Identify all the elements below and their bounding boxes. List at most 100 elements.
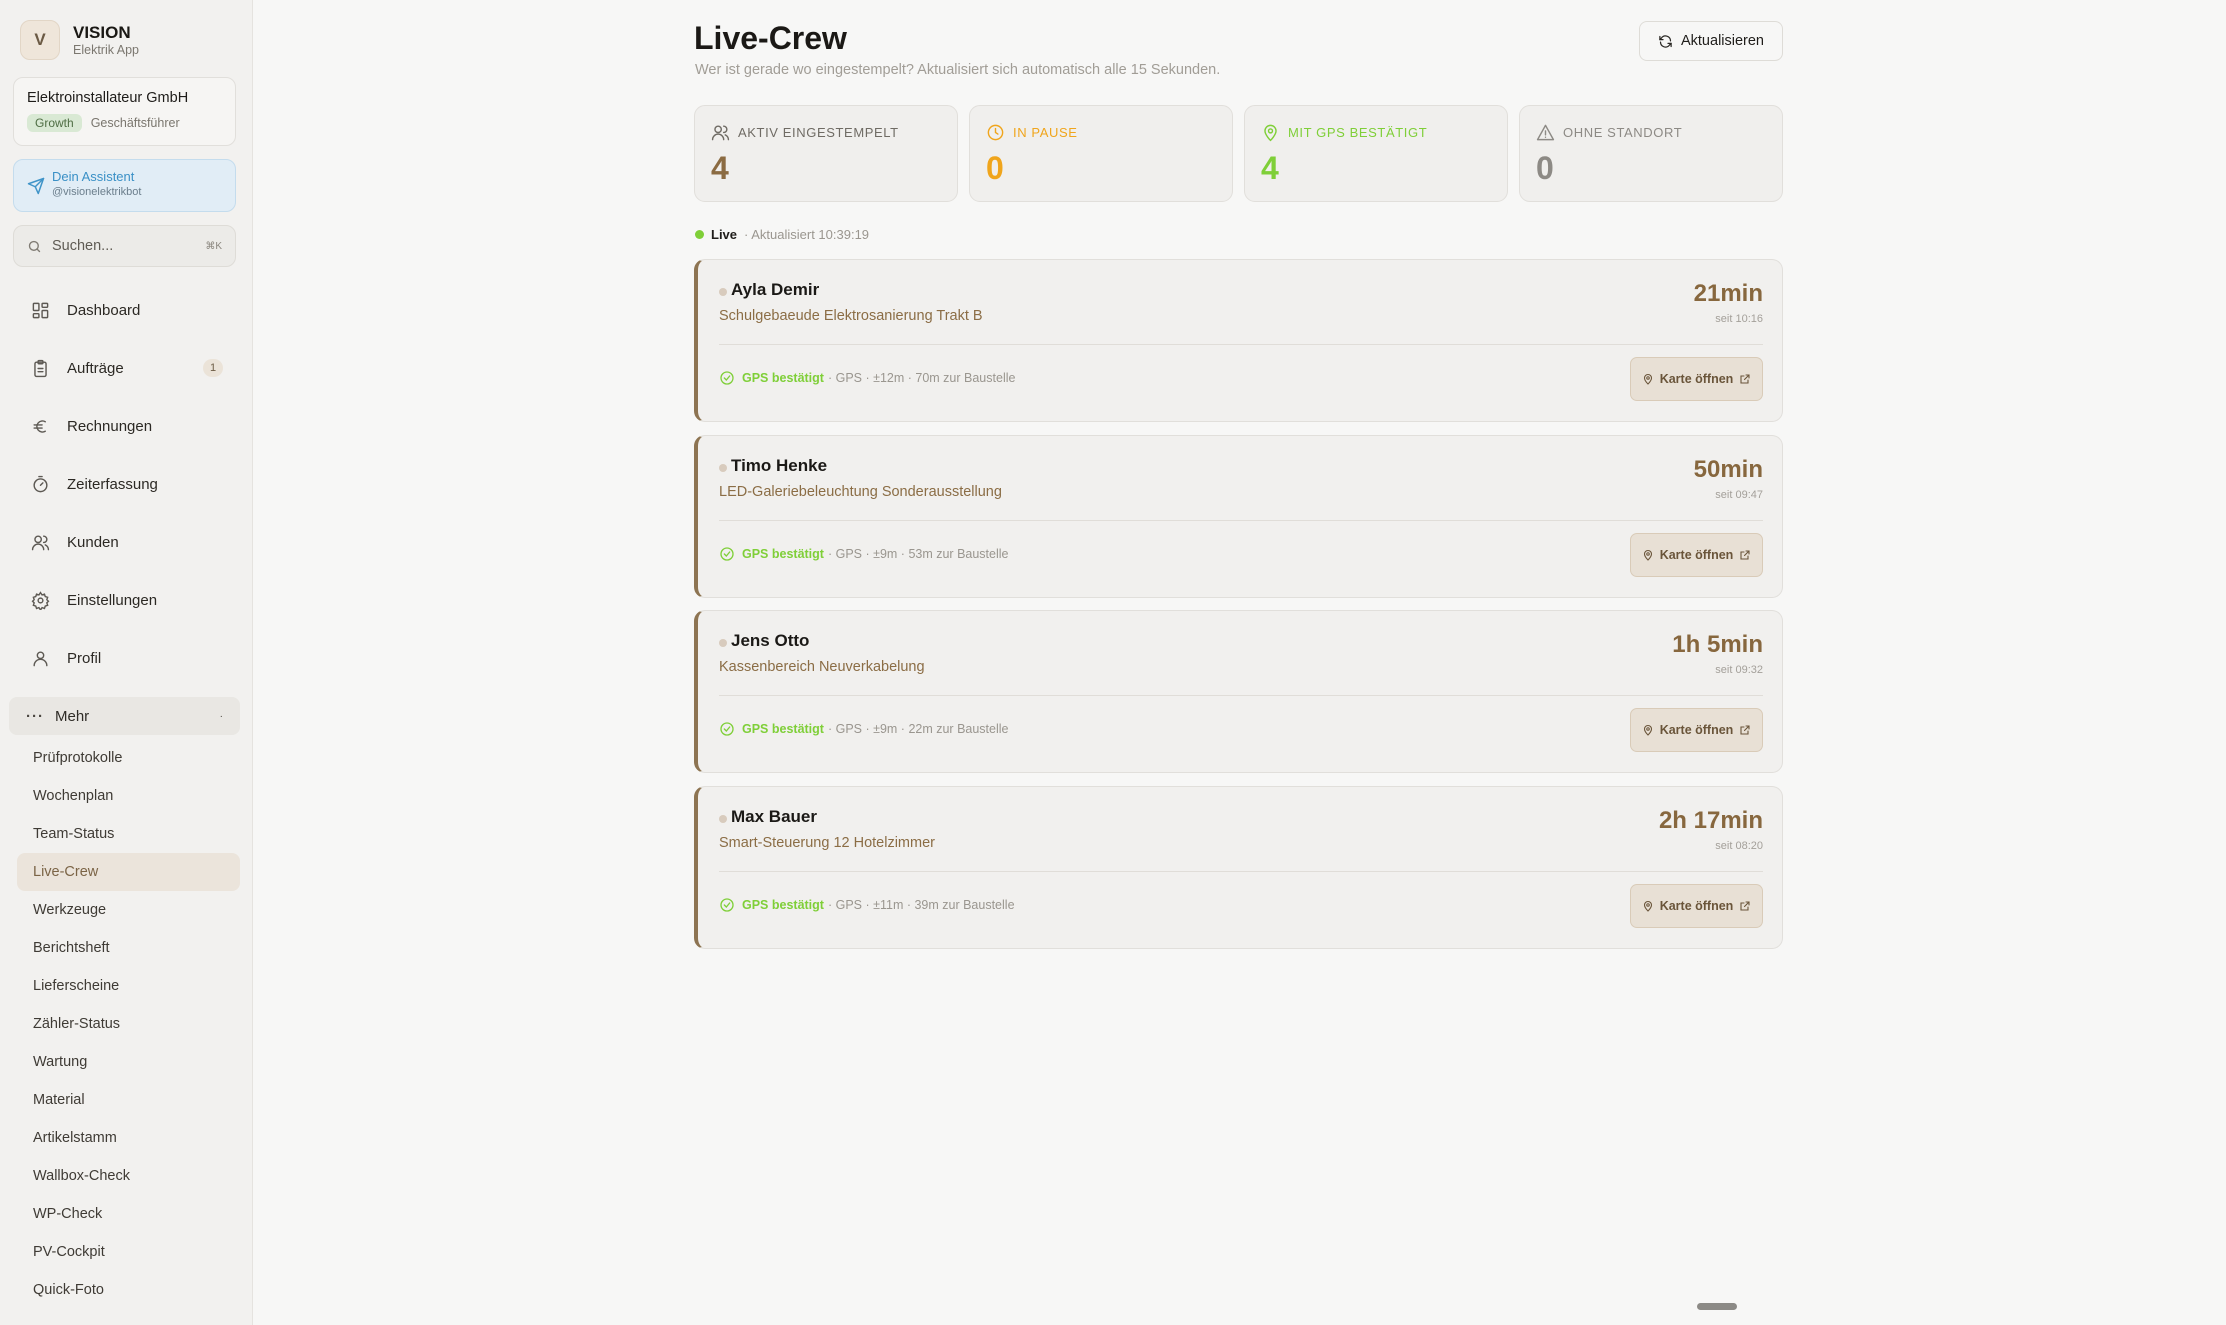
submenu-item-artikelstamm[interactable]: Artikelstamm [17,1119,240,1157]
sidebar-item-label: Einstellungen [67,591,158,609]
open-map-button[interactable]: Karte öffnen [1630,708,1763,752]
submenu-item-pruefprotokolle[interactable]: Prüfprotokolle [17,739,240,777]
submenu-item-material[interactable]: Material [17,1081,240,1119]
brand-subtitle: Elektrik App [73,42,140,57]
sidebar-item-dashboard[interactable]: Dashboard [13,281,236,339]
crew-card: Max Bauer Smart-Steuerung 12 Hotelzimmer… [694,786,1783,949]
external-link-icon [1740,725,1750,735]
sidebar-item-zeiterfassung[interactable]: Zeiterfassung [13,455,236,513]
last-updated: · Aktualisiert 10:39:19 [744,227,870,242]
crew-name: Max Bauer [731,807,817,826]
more-submenu: Prüfprotokolle Wochenplan Team-Status Li… [17,739,240,1309]
divider [719,695,1763,696]
crew-project: LED-Galeriebeleuchtung Sonderausstellung [719,484,1002,500]
sidebar-item-label: Aufträge [67,359,124,377]
submenu-item-zaehler-status[interactable]: Zähler-Status [17,1005,240,1043]
gps-status-label: GPS bestätigt [742,547,824,561]
clock-icon [987,124,1004,141]
scrollbar-thumb[interactable] [1697,1303,1737,1310]
submenu-item-team-status[interactable]: Team-Status [17,815,240,853]
submenu-item-berichtsheft[interactable]: Berichtsheft [17,929,240,967]
assistant-title: Dein Assistent [52,169,135,184]
submenu-item-pv-cockpit[interactable]: PV-Cockpit [17,1233,240,1271]
submenu-item-wallbox-check[interactable]: Wallbox-Check [17,1157,240,1195]
crew-name: Jens Otto [731,631,810,650]
sidebar-item-label: Kunden [67,533,119,551]
open-map-button[interactable]: Karte öffnen [1630,357,1763,401]
stopwatch-icon [33,475,48,492]
external-link-icon [1740,374,1750,384]
sidebar-item-label: Rechnungen [67,417,153,435]
gps-status-label: GPS bestätigt [742,722,824,736]
submenu-item-wp-check[interactable]: WP-Check [17,1195,240,1233]
gps-status: GPS bestätigt · GPS · ±12m · 70m zur Bau… [719,370,1015,386]
map-pin-icon [1643,900,1652,912]
status-dot-icon [719,464,727,472]
map-pin-icon [1264,124,1277,142]
divider [719,871,1763,872]
more-toggle[interactable]: ··· Mehr · [9,697,240,735]
gps-status-label: GPS bestätigt [742,371,824,385]
divider [719,344,1763,345]
users-icon [31,534,50,550]
clipboard-icon [34,359,47,377]
check-circle-icon [720,547,734,561]
refresh-button[interactable]: Aktualisieren [1639,21,1783,61]
live-indicator: Live · Aktualisiert 10:39:19 [695,227,869,242]
crew-name: Timo Henke [731,456,828,475]
submenu-item-wartung[interactable]: Wartung [17,1043,240,1081]
company-name: Elektroinstallateur GmbH [27,90,189,106]
open-map-label: Karte öffnen [1659,723,1734,737]
status-dot-icon [719,288,727,296]
assistant-handle: @visionelektrikbot [52,186,142,198]
map-pin-icon [1643,724,1652,736]
grid-icon [32,302,49,318]
submenu-item-werkzeuge[interactable]: Werkzeuge [17,891,240,929]
open-map-button[interactable]: Karte öffnen [1630,884,1763,928]
sidebar-item-auftraege[interactable]: Aufträge 1 [13,339,236,397]
brand[interactable]: V VISION Elektrik App [20,20,139,60]
external-link-icon [1740,901,1750,911]
collapse-indicator-icon: · [219,710,223,722]
crew-since: seit 09:32 [1715,664,1763,676]
crew-duration: 2h 17min [1658,807,1763,834]
stat-card-ohne-standort: OHNE STANDORT 0 [1519,105,1783,202]
stat-card-aktiv: AKTIV EINGESTEMPELT 4 [694,105,958,202]
sidebar-item-einstellungen[interactable]: Einstellungen [13,571,236,629]
send-icon [27,177,45,195]
live-label: Live [711,227,738,242]
submenu-item-lieferscheine[interactable]: Lieferscheine [17,967,240,1005]
crew-duration: 1h 5min [1672,631,1763,658]
users-icon [711,125,730,141]
sidebar-item-rechnungen[interactable]: Rechnungen [13,397,236,455]
search-input[interactable]: Suchen... ⌘K [13,225,236,267]
crew-since: seit 09:47 [1715,489,1763,501]
submenu-item-live-crew[interactable]: Live-Crew [17,853,240,891]
open-map-button[interactable]: Karte öffnen [1630,533,1763,577]
gps-status: GPS bestätigt · GPS · ±9m · 53m zur Baus… [719,546,1009,562]
external-link-icon [1740,550,1750,560]
stat-label: MIT GPS BESTÄTIGT [1261,123,1491,142]
company-switcher[interactable]: Elektroinstallateur GmbH Growth Geschäft… [13,77,236,146]
page-subtitle: Wer ist gerade wo eingestempelt? Aktuali… [695,62,1221,78]
assistant-link[interactable]: Dein Assistent @visionelektrikbot [13,159,236,212]
sidebar-item-kunden[interactable]: Kunden [13,513,236,571]
refresh-icon [1659,34,1672,48]
main-nav: Dashboard Aufträge 1 Rechnungen Zeiterfa… [13,281,236,687]
crew-card: Ayla Demir Schulgebaeude Elektrosanierun… [694,259,1783,422]
stat-label: AKTIV EINGESTEMPELT [711,123,941,142]
submenu-item-wochenplan[interactable]: Wochenplan [17,777,240,815]
check-circle-icon [720,371,734,385]
refresh-label: Aktualisieren [1680,33,1764,49]
gps-detail: · GPS · ±12m · 70m zur Baustelle [827,371,1016,385]
sidebar-item-profil[interactable]: Profil [13,629,236,687]
sidebar: V VISION Elektrik App Elektroinstallateu… [0,0,253,1325]
crew-project: Schulgebaeude Elektrosanierung Trakt B [719,308,983,324]
status-dot-icon [719,815,727,823]
gps-detail: · GPS · ±9m · 22m zur Baustelle [827,722,1009,736]
page-title: Live-Crew [694,20,847,56]
live-dot-icon [695,230,704,239]
submenu-item-quick-foto[interactable]: Quick-Foto [17,1271,240,1309]
plan-badge: Growth [27,114,82,132]
gear-icon [31,590,50,610]
